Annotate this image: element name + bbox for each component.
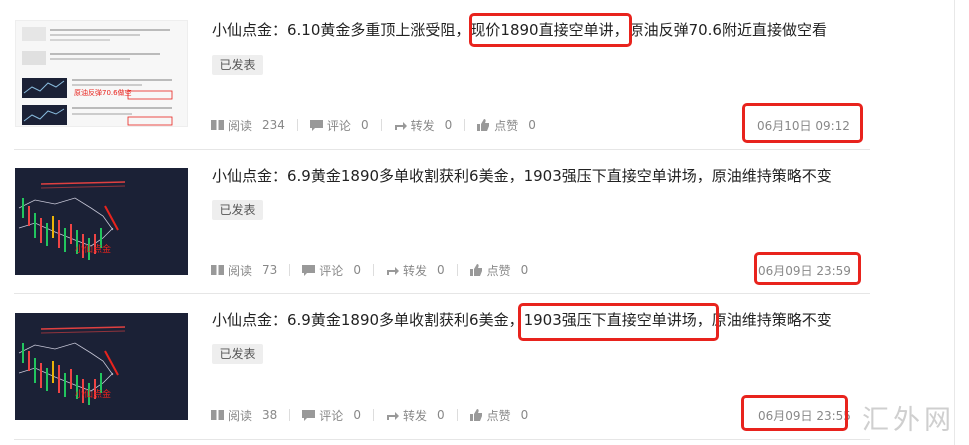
shares-label: 转发 bbox=[402, 408, 427, 423]
stat-divider bbox=[372, 409, 374, 421]
share-icon bbox=[386, 264, 399, 276]
reads-label: 阅读 bbox=[228, 408, 253, 423]
thumbs-up-icon bbox=[477, 119, 490, 131]
article-title[interactable]: 小仙点金：6.9黄金1890多单收割获利6美金，1903强压下直接空单讲场，原油… bbox=[212, 166, 852, 186]
comments-stat[interactable]: 评论 0 bbox=[309, 117, 369, 134]
stat-divider bbox=[456, 264, 458, 276]
comments-stat[interactable]: 评论 0 bbox=[302, 262, 361, 279]
highlight-box bbox=[742, 103, 863, 143]
reads-stat: 阅读 234 bbox=[211, 117, 285, 134]
thumb-caption: 小仙点金 bbox=[75, 243, 111, 255]
shares-stat[interactable]: 转发 0 bbox=[394, 117, 453, 134]
shares-label: 转发 bbox=[402, 263, 427, 278]
article-item[interactable]: 小仙点金 小仙点金：6.9黄金1890多单收割获利6美金，1903强压下直接空单… bbox=[0, 150, 870, 294]
reads-label: 阅读 bbox=[228, 118, 253, 133]
article-thumbnail[interactable]: 小仙点金 bbox=[15, 313, 188, 420]
stat-divider bbox=[289, 409, 291, 421]
article-stats: 阅读 38 评论 0 转发 0 点赞 0 bbox=[211, 406, 528, 424]
likes-label: 点赞 bbox=[494, 118, 519, 133]
highlight-box bbox=[469, 13, 632, 47]
share-icon bbox=[386, 409, 399, 421]
reads-count: 38 bbox=[262, 408, 278, 422]
stat-divider bbox=[380, 119, 382, 131]
likes-stat[interactable]: 点赞 0 bbox=[469, 407, 529, 424]
shares-count: 0 bbox=[436, 408, 445, 422]
book-icon bbox=[211, 119, 224, 131]
reads-stat: 阅读 38 bbox=[211, 407, 277, 424]
likes-count: 0 bbox=[528, 118, 536, 132]
shares-stat[interactable]: 转发 0 bbox=[386, 407, 445, 424]
likes-count: 0 bbox=[520, 263, 529, 277]
article-item[interactable]: 小仙点金 小仙点金：6.9黄金1890多单收割获利6美金，1903强压下直接空单… bbox=[0, 294, 870, 440]
status-badge: 已发表 bbox=[212, 55, 263, 75]
row-separator bbox=[14, 439, 870, 440]
comments-label: 评论 bbox=[326, 118, 351, 133]
stat-divider bbox=[296, 119, 298, 131]
stat-divider bbox=[372, 264, 374, 276]
likes-label: 点赞 bbox=[486, 263, 511, 278]
shares-label: 转发 bbox=[410, 118, 435, 133]
article-stats: 阅读 234 评论 0 转发 0 点赞 0 bbox=[211, 116, 536, 134]
stat-divider bbox=[464, 119, 466, 131]
article-thumbnail[interactable]: 原油反弹70.6做空 bbox=[15, 20, 188, 127]
shares-count: 0 bbox=[436, 263, 445, 277]
book-icon bbox=[211, 264, 224, 276]
reads-count: 234 bbox=[262, 118, 285, 132]
highlight-box bbox=[754, 252, 861, 285]
highlight-box bbox=[741, 395, 848, 431]
svg-text:原油反弹70.6做空: 原油反弹70.6做空 bbox=[74, 88, 132, 97]
reads-label: 阅读 bbox=[228, 263, 253, 278]
thumbs-up-icon bbox=[469, 264, 483, 276]
comments-label: 评论 bbox=[319, 263, 344, 278]
status-badge: 已发表 bbox=[212, 200, 263, 220]
comment-icon bbox=[309, 119, 323, 131]
article-stats: 阅读 73 评论 0 转发 0 点赞 0 bbox=[211, 261, 528, 279]
book-icon bbox=[211, 409, 224, 421]
comments-count: 0 bbox=[353, 408, 361, 422]
likes-count: 0 bbox=[520, 408, 529, 422]
likes-label: 点赞 bbox=[486, 408, 511, 423]
likes-stat[interactable]: 点赞 0 bbox=[469, 262, 529, 279]
highlight-box bbox=[518, 303, 719, 341]
thumb-caption: 小仙点金 bbox=[75, 388, 111, 400]
comments-label: 评论 bbox=[319, 408, 344, 423]
comments-stat[interactable]: 评论 0 bbox=[302, 407, 361, 424]
reads-count: 73 bbox=[262, 263, 278, 277]
right-border-line bbox=[954, 0, 955, 445]
share-icon bbox=[394, 119, 407, 131]
thumbs-up-icon bbox=[469, 409, 483, 421]
comments-count: 0 bbox=[353, 263, 361, 277]
comment-icon bbox=[302, 409, 316, 421]
stat-divider bbox=[456, 409, 458, 421]
comment-icon bbox=[302, 264, 316, 276]
likes-stat[interactable]: 点赞 0 bbox=[477, 117, 536, 134]
article-thumbnail[interactable]: 小仙点金 bbox=[15, 168, 188, 275]
status-badge: 已发表 bbox=[212, 344, 263, 364]
shares-count: 0 bbox=[444, 118, 453, 132]
article-item[interactable]: 原油反弹70.6做空 小仙点金：6.10黄金多重顶上涨受阻，现价1890直接空单… bbox=[0, 0, 870, 150]
comments-count: 0 bbox=[360, 118, 369, 132]
shares-stat[interactable]: 转发 0 bbox=[386, 262, 445, 279]
stat-divider bbox=[289, 264, 291, 276]
reads-stat: 阅读 73 bbox=[211, 262, 277, 279]
watermark-logo: 汇外网 bbox=[862, 405, 955, 436]
